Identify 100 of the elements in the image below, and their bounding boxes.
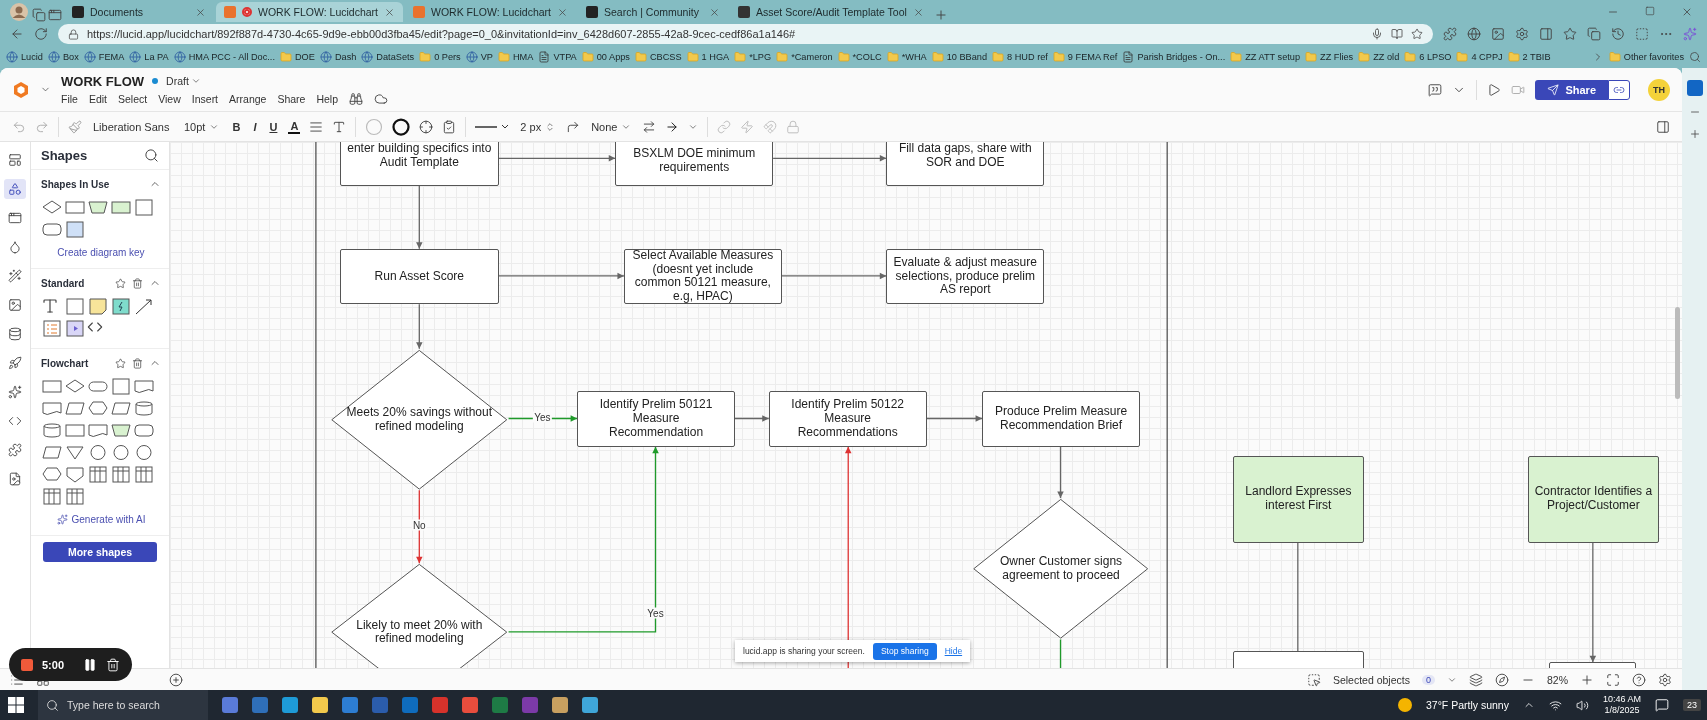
line-shape-icon[interactable]: [566, 119, 581, 134]
search-icon[interactable]: [144, 148, 159, 163]
redo-icon[interactable]: [35, 119, 49, 134]
app-icon[interactable]: [282, 697, 298, 713]
line-end-icon[interactable]: [665, 119, 680, 134]
zoom-level[interactable]: 82%: [1547, 673, 1568, 686]
menu-item[interactable]: Arrange: [229, 92, 267, 105]
font-dropdown[interactable]: Liberation Sans: [91, 120, 173, 133]
line-width-dropdown[interactable]: 2 px: [518, 120, 558, 133]
bookmark-link[interactable]: 10 BBand: [931, 51, 987, 63]
menu-item[interactable]: File: [61, 92, 78, 105]
format-button[interactable]: I: [251, 120, 259, 133]
image-icon[interactable]: [8, 298, 22, 312]
browser-tab[interactable]: WORK FLOW: Lucidchart: [405, 2, 577, 22]
bookmark-link[interactable]: Dash: [319, 51, 357, 63]
bookmark-link[interactable]: *COLC: [837, 51, 882, 63]
bookmark-link[interactable]: 0 Pers: [419, 51, 461, 63]
extension-icon[interactable]: [1443, 27, 1457, 41]
bookmark-link[interactable]: La PA: [129, 51, 169, 63]
close-icon[interactable]: [912, 6, 924, 18]
settings-icon[interactable]: [1515, 27, 1529, 41]
stop-icon[interactable]: [21, 658, 33, 671]
browser-tab[interactable]: Search | Community: [578, 2, 729, 22]
bookmark-link[interactable]: DataSets: [361, 51, 415, 63]
bookmark-link[interactable]: Other favorites: [1608, 51, 1684, 63]
status-dropdown[interactable]: Draft: [166, 75, 201, 87]
section-link[interactable]: Create diagram key: [41, 247, 161, 258]
shape-options-icon[interactable]: [419, 119, 434, 134]
code-icon[interactable]: [8, 414, 22, 428]
star-icon[interactable]: [115, 357, 126, 369]
font-size-dropdown[interactable]: 10pt: [182, 120, 222, 133]
bookmark-link[interactable]: Box: [47, 51, 79, 63]
add-icon[interactable]: [1688, 128, 1701, 140]
clock[interactable]: 10:46 AM 1/8/2025: [1602, 694, 1641, 716]
section-link[interactable]: Generate with AI: [41, 514, 161, 525]
undo-icon[interactable]: [12, 119, 26, 134]
trash-icon[interactable]: [106, 657, 120, 672]
cloud-icon[interactable]: [374, 91, 389, 106]
copy-link-button[interactable]: [1608, 79, 1630, 100]
bookmark-link[interactable]: ZZ ATT setup: [1230, 51, 1301, 63]
share-button[interactable]: Share: [1535, 79, 1608, 100]
profile-avatar-icon[interactable]: [8, 2, 30, 22]
user-avatar[interactable]: TH: [1648, 78, 1670, 101]
split-screen-icon[interactable]: [1539, 27, 1553, 41]
bookmark-link[interactable]: HMA: [498, 51, 534, 63]
address-field[interactable]: https://lucid.app/lucidchart/892f887d-4730-4c65-9d9e-ebb00d3fba45/edit?page=0_0&invitationId=inv_6428d607-2855-42a8-9cec-cedf86a1a146#: [58, 24, 1433, 44]
align-icon[interactable]: [309, 119, 324, 134]
close-icon[interactable]: [195, 6, 206, 18]
settings-icon[interactable]: [1658, 672, 1672, 687]
comment-icon[interactable]: [1428, 82, 1443, 97]
mail-app-icon[interactable]: [1686, 80, 1703, 96]
notification-icon[interactable]: [1655, 698, 1669, 712]
menu-item[interactable]: View: [158, 92, 181, 105]
line-color-icon[interactable]: [392, 117, 411, 136]
panel-icon[interactable]: [1656, 119, 1670, 134]
menu-item[interactable]: Edit: [88, 92, 107, 105]
add-page-icon[interactable]: [169, 672, 183, 687]
app-icon[interactable]: [312, 697, 328, 713]
compass-icon[interactable]: [1495, 672, 1509, 687]
app-icon[interactable]: [582, 697, 598, 713]
pause-icon[interactable]: [83, 657, 97, 672]
tab-actions-icon[interactable]: [48, 8, 62, 22]
browser-tab[interactable]: Asset Score/Audit Template Tool: [730, 2, 932, 22]
style-icon[interactable]: [442, 119, 457, 134]
menu-item[interactable]: Select: [118, 92, 148, 105]
help-icon[interactable]: [1632, 672, 1646, 687]
back-icon[interactable]: [10, 27, 24, 41]
format-button[interactable]: U: [267, 120, 280, 133]
database-icon[interactable]: [8, 327, 22, 341]
app-icon[interactable]: [552, 697, 568, 713]
document-title[interactable]: WORK FLOW: [61, 73, 145, 89]
extension-icon[interactable]: [1491, 27, 1505, 41]
app-icon[interactable]: [462, 697, 478, 713]
bookmark-link[interactable]: 4 CPPJ: [1456, 51, 1503, 63]
menu-item[interactable]: Share: [277, 92, 306, 105]
reload-icon[interactable]: [34, 27, 48, 41]
fill-color-icon[interactable]: [365, 117, 384, 136]
bookmark-link[interactable]: *LPG: [734, 51, 772, 63]
workspaces-icon[interactable]: [32, 8, 46, 22]
bookmark-link[interactable]: DOE: [280, 51, 315, 63]
logo-icon[interactable]: [12, 80, 30, 99]
volume-icon[interactable]: [1575, 698, 1589, 712]
bookmark-link[interactable]: ZZ Flies: [1305, 51, 1354, 63]
menu-item[interactable]: Insert: [191, 92, 219, 105]
format-button[interactable]: B: [230, 120, 243, 133]
format-button[interactable]: A: [288, 119, 301, 134]
stop-sharing-button[interactable]: Stop sharing: [872, 642, 937, 660]
line-start-dropdown[interactable]: None: [589, 120, 634, 133]
collections-icon[interactable]: [1587, 27, 1601, 41]
browser-tab[interactable]: Documents: [64, 2, 214, 22]
bookmark-link[interactable]: 8 HUD ref: [992, 51, 1048, 63]
format-painter-icon[interactable]: [68, 119, 82, 134]
shapes-tab[interactable]: [4, 179, 26, 199]
hide-link[interactable]: Hide: [944, 646, 963, 656]
frame-icon[interactable]: [8, 211, 22, 225]
bookmark-link[interactable]: *Cameron: [776, 51, 833, 63]
bookmark-link[interactable]: 2 TBIB: [1507, 51, 1551, 63]
close-icon[interactable]: [1681, 6, 1693, 18]
bookmark-link[interactable]: *WHA: [886, 51, 927, 63]
magic-wand-icon[interactable]: [8, 269, 22, 283]
